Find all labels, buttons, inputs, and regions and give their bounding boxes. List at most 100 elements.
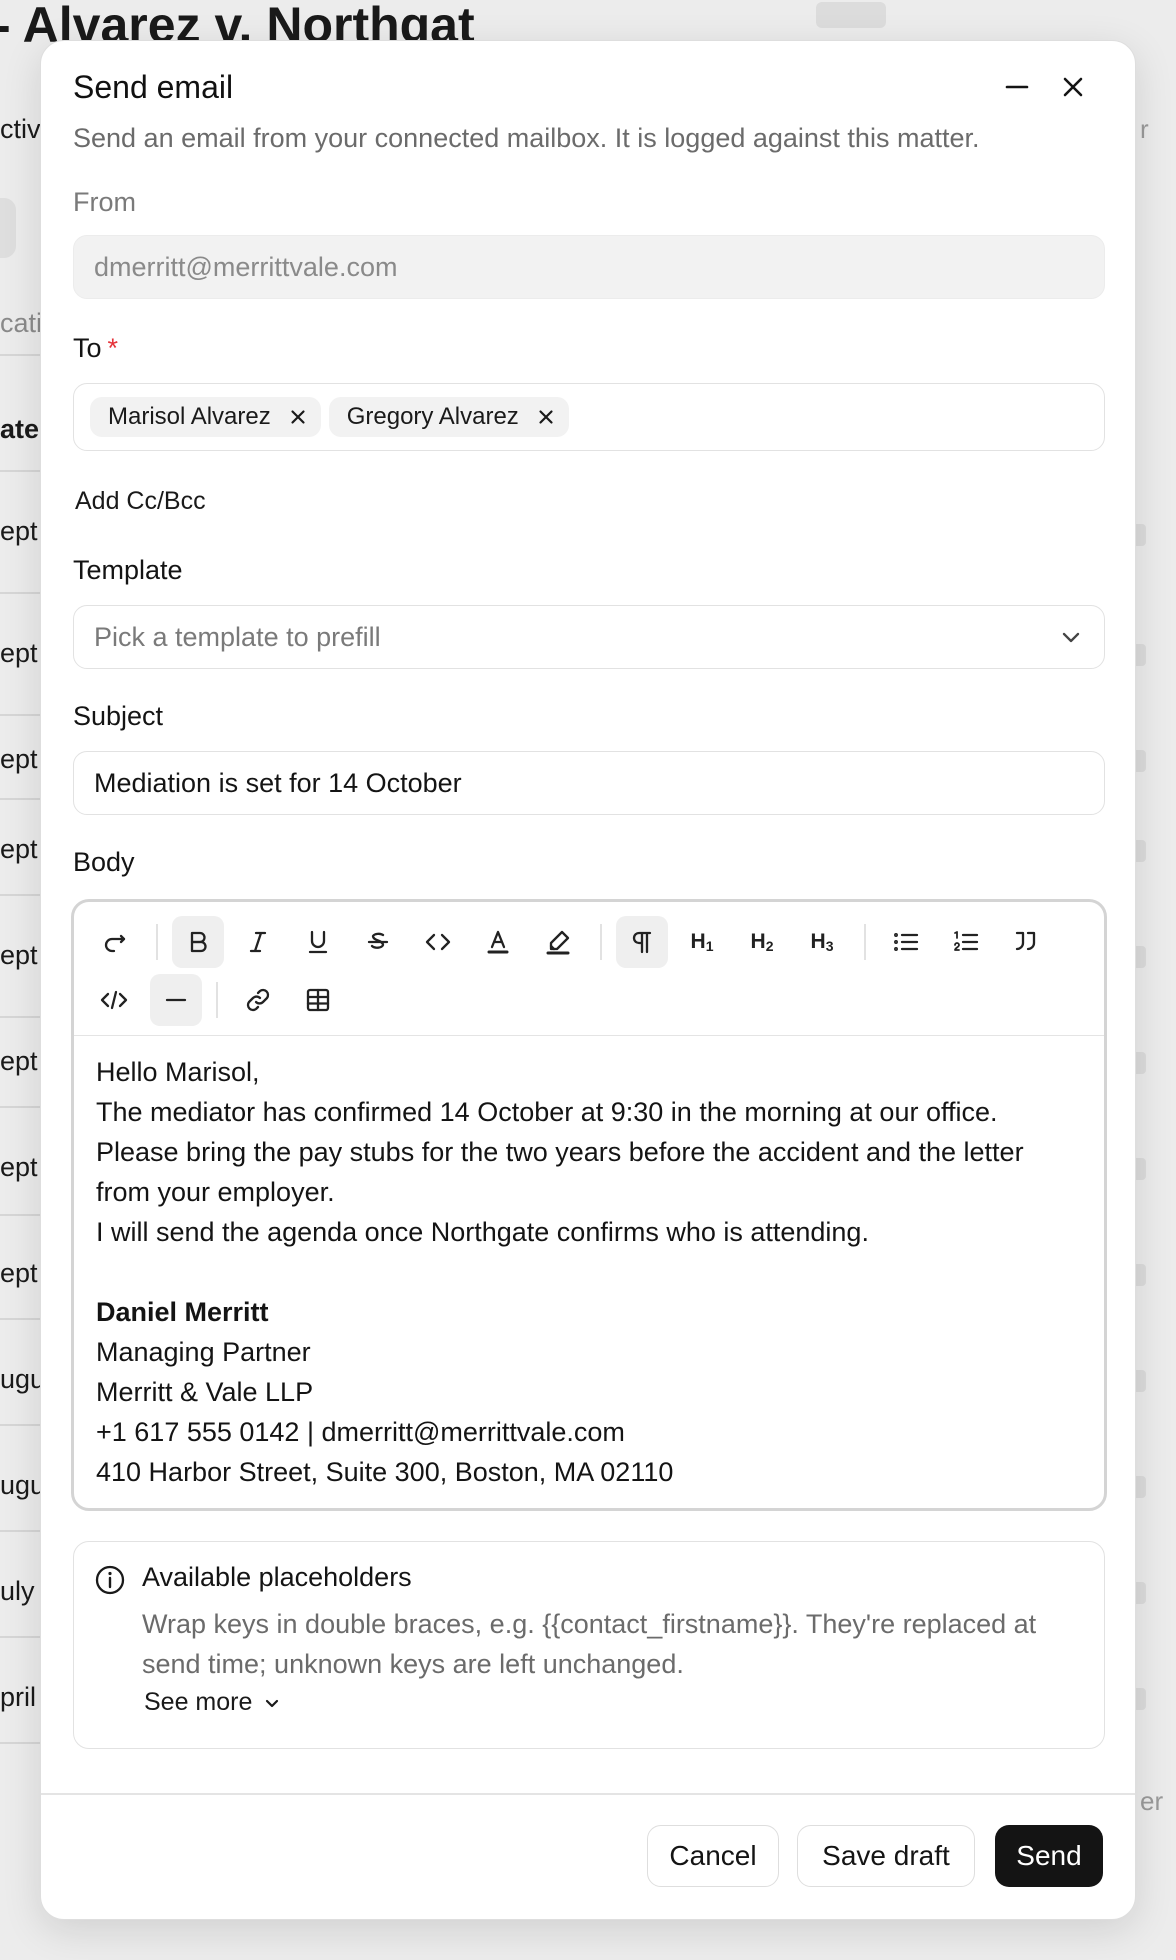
remove-recipient-button[interactable] (289, 408, 307, 426)
background-label[interactable]: ept (0, 1152, 38, 1183)
strikethrough-button[interactable] (352, 916, 404, 968)
background-label: ate (0, 414, 40, 444)
highlight-button[interactable] (532, 916, 584, 968)
minimize-button[interactable] (997, 67, 1037, 107)
heading-1-icon: H1 (690, 930, 714, 954)
signature-role: Managing Partner (96, 1337, 311, 1367)
link-icon (246, 988, 270, 1012)
heading-3-icon: H3 (810, 930, 834, 954)
body-line: I will send the agenda once Northgate co… (96, 1217, 869, 1247)
body-line: The mediator has confirmed 14 October at… (96, 1097, 998, 1127)
placeholders-description: Wrap keys in double braces, e.g. {{conta… (142, 1609, 1037, 1679)
subject-label: Subject (73, 701, 164, 731)
background-header-chip (816, 2, 886, 28)
italic-button[interactable] (232, 916, 284, 968)
insert-table-button[interactable] (292, 974, 344, 1026)
background-divider (0, 1424, 40, 1426)
toolbar-separator (216, 982, 218, 1018)
background-divider (0, 1214, 40, 1216)
recipient-name: Marisol Alvarez (108, 403, 271, 430)
signature-name: Daniel Merritt (96, 1297, 269, 1327)
blockquote-button[interactable] (1000, 916, 1052, 968)
code-block-button[interactable] (88, 974, 140, 1026)
paragraph-button[interactable] (616, 916, 668, 968)
background-divider (0, 894, 40, 896)
heading-1-button[interactable]: H1 (676, 916, 728, 968)
heading-3-button[interactable]: H3 (796, 916, 848, 968)
inline-code-button[interactable] (412, 916, 464, 968)
underline-icon (308, 930, 328, 954)
template-label: Template (73, 555, 183, 585)
save-draft-button[interactable]: Save draft (797, 1825, 975, 1887)
editor-content[interactable]: Hello Marisol, The mediator has confirme… (96, 1052, 1082, 1492)
signature-firm: Merritt & Vale LLP (96, 1377, 314, 1407)
close-button[interactable] (1053, 67, 1093, 107)
background-label[interactable]: pril (0, 1682, 36, 1713)
see-more-button[interactable]: See more (144, 1688, 282, 1717)
background-divider (0, 1016, 40, 1018)
background-right-text: er (1140, 1786, 1164, 1816)
recipient-chip: Gregory Alvarez (328, 397, 569, 437)
subject-input[interactable]: Mediation is set for 14 October (73, 751, 1105, 815)
to-recipients-field[interactable]: Marisol Alvarez Gregory Alvarez (73, 383, 1105, 451)
background-divider (0, 1530, 40, 1532)
cancel-button[interactable]: Cancel (647, 1825, 779, 1887)
add-cc-bcc-button[interactable]: Add Cc/Bcc (75, 487, 206, 516)
body-editor[interactable]: H1 H2 H3 Hello Marisol, The mediator has… (71, 899, 1107, 1511)
underline-button[interactable] (292, 916, 344, 968)
background-divider (0, 592, 40, 594)
heading-2-icon: H2 (750, 930, 774, 954)
placeholders-info-panel: Available placeholders Wrap keys in doub… (73, 1541, 1105, 1749)
remove-recipient-button[interactable] (537, 408, 555, 426)
send-button[interactable]: Send (995, 1825, 1103, 1887)
background-label[interactable]: ept (0, 638, 38, 669)
background-label[interactable]: ept (0, 516, 38, 547)
code-icon (425, 933, 451, 951)
heading-2-button[interactable]: H2 (736, 916, 788, 968)
text-color-icon (487, 930, 509, 954)
background-label[interactable]: ept (0, 940, 38, 971)
background-divider (0, 470, 40, 472)
send-email-dialog: Send email Send an email from your conne… (40, 40, 1136, 1920)
background-label[interactable]: ept (0, 1258, 38, 1289)
background-label[interactable]: ugu (0, 1470, 45, 1501)
horizontal-rule-button[interactable] (150, 974, 202, 1026)
background-divider (0, 714, 40, 716)
recipient-name: Gregory Alvarez (346, 403, 519, 430)
insert-link-button[interactable] (232, 974, 284, 1026)
signature-address: 410 Harbor Street, Suite 300, Boston, MA… (96, 1457, 674, 1487)
bullet-list-button[interactable] (880, 916, 932, 968)
background-label[interactable]: ept (0, 744, 38, 775)
background-divider (0, 354, 40, 356)
footer-divider (41, 1793, 1135, 1795)
toolbar-separator (156, 924, 158, 960)
background-label: ctiv (0, 114, 41, 144)
background-right-text: r (1140, 114, 1149, 144)
bold-button[interactable] (172, 916, 224, 968)
required-mark: * (107, 333, 119, 363)
dialog-description: Send an email from your connected mailbo… (73, 123, 980, 153)
background-label[interactable]: ugu (0, 1364, 45, 1395)
close-icon (291, 410, 305, 424)
body-line: Hello Marisol, (96, 1057, 260, 1087)
see-more-label: See more (144, 1688, 253, 1716)
body-label: Body (73, 847, 135, 877)
ordered-list-button[interactable] (940, 916, 992, 968)
quote-icon (1015, 931, 1036, 951)
table-icon (306, 988, 330, 1012)
background-divider (0, 1636, 40, 1638)
background-label[interactable]: ept (0, 1046, 38, 1077)
toolbar-separator (864, 924, 866, 960)
background-pill (0, 198, 16, 258)
bold-icon (190, 931, 207, 953)
text-color-button[interactable] (472, 916, 524, 968)
dialog-title: Send email (73, 69, 234, 105)
from-label: From (73, 187, 136, 217)
template-placeholder: Pick a template to prefill (94, 621, 381, 652)
redo-button[interactable] (88, 916, 140, 968)
background-divider (0, 798, 40, 800)
background-label[interactable]: uly (0, 1576, 35, 1607)
background-label[interactable]: ept (0, 834, 38, 865)
template-select[interactable]: Pick a template to prefill (73, 605, 1105, 669)
close-icon (539, 410, 553, 424)
